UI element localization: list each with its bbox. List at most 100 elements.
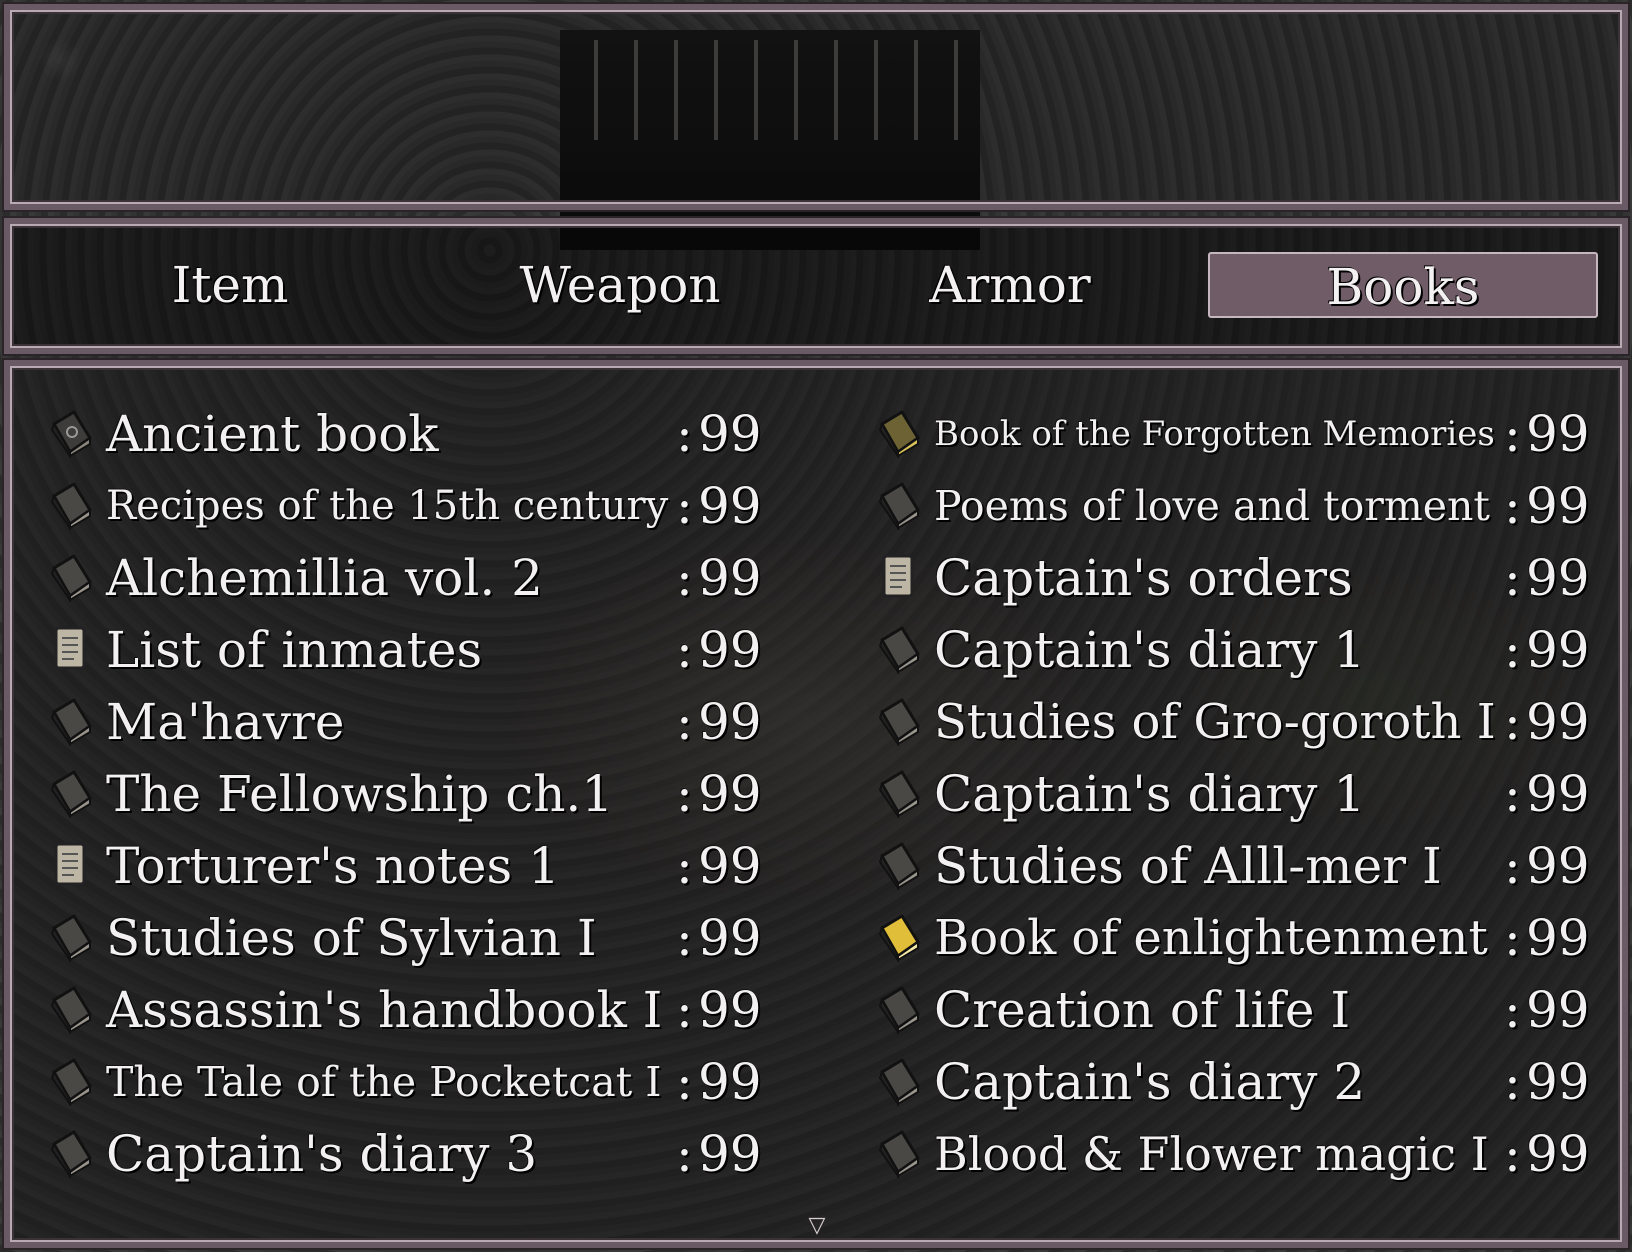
item-quantity: 99 [698,693,762,751]
item-quantity: 99 [1526,981,1590,1039]
item-name: Studies of Alll-mer I [934,837,1442,895]
item-quantity: 99 [698,981,762,1039]
list-item[interactable]: Captain's orders:99 [876,544,1594,614]
tab-weapon[interactable]: Weapon [500,252,740,318]
item-name: Captain's diary 1 [934,765,1366,823]
tab-item[interactable]: Item [120,252,340,318]
item-quantity: 99 [1526,549,1590,607]
book-icon [876,768,922,820]
list-item[interactable]: Torturer's notes 1:99 [48,832,766,902]
item-name: Captain's diary 1 [934,621,1366,679]
item-name: Captain's orders [934,549,1353,607]
item-name: Blood & Flower magic I [934,1127,1489,1181]
item-name: The Fellowship ch.1 [106,765,614,823]
list-item[interactable]: Studies of Gro-goroth I:99 [876,688,1594,758]
book-icon [48,696,94,748]
list-item[interactable]: List of inmates:99 [48,616,766,686]
item-quantity: 99 [1526,837,1590,895]
quantity-separator: : [1504,765,1521,823]
list-item[interactable]: Ma'havre:99 [48,688,766,758]
tab-armor[interactable]: Armor [900,252,1120,318]
item-quantity: 99 [698,621,762,679]
quantity-separator: : [676,909,693,967]
item-quantity: 99 [698,1125,762,1183]
item-name: Captain's diary 3 [106,1125,538,1183]
item-name: Poems of love and torment [934,482,1490,530]
list-item[interactable]: Studies of Sylvian I:99 [48,904,766,974]
quantity-separator: : [1504,981,1521,1039]
quantity-separator: : [1504,477,1521,535]
list-item[interactable]: Recipes of the 15th century:99 [48,472,766,542]
item-name: Book of enlightenment [934,910,1488,966]
list-item[interactable]: Ancient book:99 [48,400,766,470]
list-item[interactable]: Captain's diary 3:99 [48,1120,766,1190]
item-name: Alchemillia vol. 2 [106,549,543,607]
book-icon [876,840,922,892]
book-icon [876,696,922,748]
quantity-separator: : [676,405,693,463]
item-quantity: 99 [698,405,762,463]
book-icon [48,1056,94,1108]
book-icon [876,984,922,1036]
item-name: Studies of Gro-goroth I [934,694,1496,750]
scroll-icon [48,840,94,890]
item-quantity: 99 [698,549,762,607]
quantity-separator: : [1504,405,1521,463]
list-item[interactable]: Studies of Alll-mer I:99 [876,832,1594,902]
list-item[interactable]: Blood & Flower magic I:99 [876,1120,1594,1190]
list-item[interactable]: Alchemillia vol. 2:99 [48,544,766,614]
list-item[interactable]: Poems of love and torment:99 [876,472,1594,542]
scroll-down-arrow-icon[interactable]: ▽ [802,1215,832,1237]
list-item[interactable]: Book of the Forgotten Memories:99 [876,400,1594,470]
item-quantity: 99 [698,837,762,895]
book-icon [48,984,94,1036]
tab-books[interactable]: Books [1208,252,1598,318]
item-name: Recipes of the 15th century [106,483,669,529]
quantity-separator: : [676,1125,693,1183]
list-item[interactable]: The Fellowship ch.1:99 [48,760,766,830]
quantity-separator: : [676,693,693,751]
item-name: The Tale of the Pocketcat I [106,1058,662,1106]
list-item[interactable]: Captain's diary 2:99 [876,1048,1594,1118]
book-icon [876,1128,922,1180]
ancient-book-icon [48,408,94,460]
item-name: Book of the Forgotten Memories [934,414,1495,454]
item-quantity: 99 [1526,1125,1590,1183]
item-name: Ma'havre [106,693,345,751]
list-item[interactable]: Book of enlightenment:99 [876,904,1594,974]
golden-book-icon [876,408,922,460]
list-item[interactable]: Captain's diary 1:99 [876,616,1594,686]
quantity-separator: : [676,765,693,823]
list-item[interactable]: Captain's diary 1:99 [876,760,1594,830]
item-name: Studies of Sylvian I [106,909,597,967]
item-quantity: 99 [1526,477,1590,535]
quantity-separator: : [676,981,693,1039]
item-quantity: 99 [1526,1053,1590,1111]
item-quantity: 99 [1526,621,1590,679]
quantity-separator: : [1504,837,1521,895]
quantity-separator: : [1504,621,1521,679]
book-icon [48,552,94,604]
quantity-separator: : [676,477,693,535]
quantity-separator: : [1504,549,1521,607]
item-name: List of inmates [106,621,483,679]
quantity-separator: : [1504,1125,1521,1183]
book-icon [48,480,94,532]
item-quantity: 99 [1526,405,1590,463]
yellow-book-icon [876,912,922,964]
quantity-separator: : [1504,693,1521,751]
book-icon [876,480,922,532]
scroll-icon [876,552,922,602]
item-name: Torturer's notes 1 [106,837,560,895]
list-item[interactable]: Creation of life I:99 [876,976,1594,1046]
item-name: Assassin's handbook I [106,981,663,1039]
scroll-icon [48,624,94,674]
book-icon [48,1128,94,1180]
quantity-separator: : [676,621,693,679]
book-icon [876,624,922,676]
item-quantity: 99 [698,1053,762,1111]
list-item[interactable]: The Tale of the Pocketcat I:99 [48,1048,766,1118]
book-icon [876,1056,922,1108]
list-item[interactable]: Assassin's handbook I:99 [48,976,766,1046]
item-quantity: 99 [1526,693,1590,751]
